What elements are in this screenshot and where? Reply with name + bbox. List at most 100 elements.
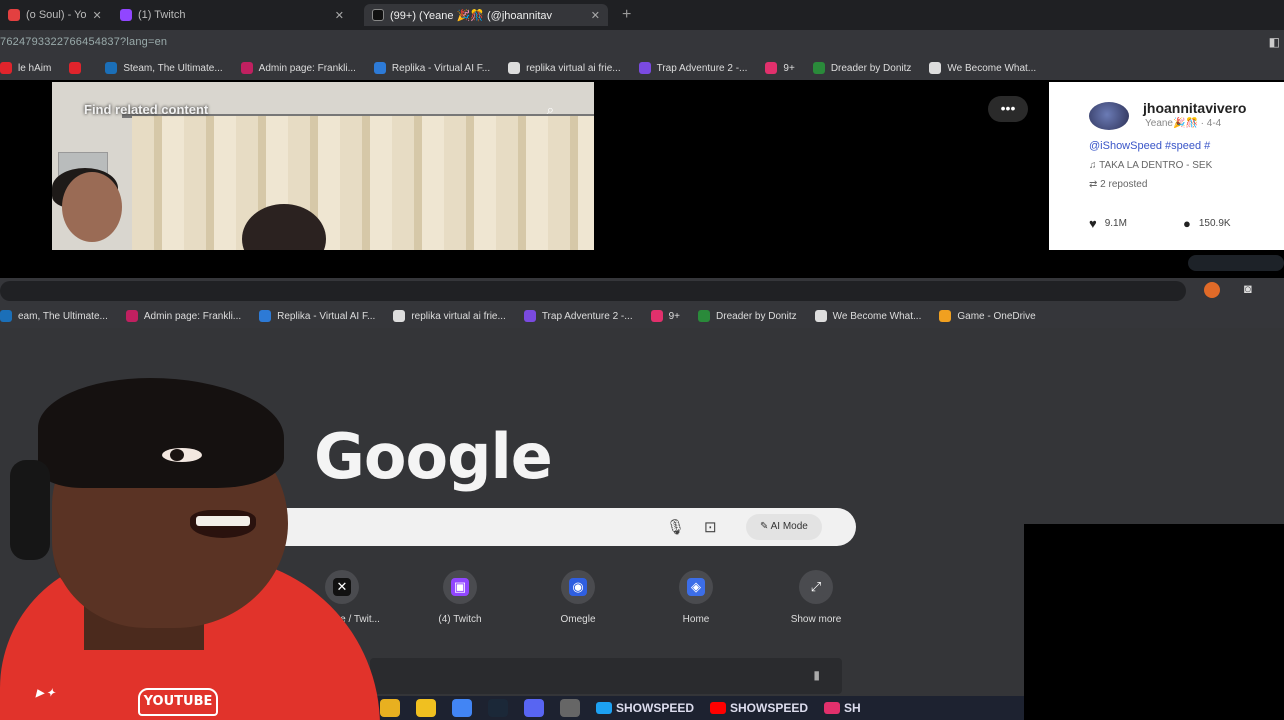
bookmark-item[interactable]: Admin page: Frankli... (240, 62, 356, 74)
bookmark-favicon-icon (393, 310, 406, 322)
bookmark-item[interactable]: eam, The Ultimate... (0, 310, 108, 322)
bookmark-item[interactable]: 9+ (650, 310, 681, 322)
bookmark-item[interactable]: Game - OneDrive (939, 310, 1036, 322)
social-handle-text: SHOWSPEED (616, 701, 695, 715)
bookmark-label: Trap Adventure 2 -... (541, 310, 633, 322)
address-bar-2: ◙ (0, 278, 1284, 304)
shortcut-icon: ▣ (443, 570, 477, 604)
video-info-panel: jhoannitavivero Yeane🎉🎊 · 4-4 @iShowSpee… (1049, 82, 1284, 250)
search-icon[interactable]: ⌕ (547, 102, 554, 118)
hashtags-link[interactable]: @iShowSpeed #speed # (1089, 140, 1210, 152)
taskbar-app-icon[interactable] (416, 699, 436, 717)
bookmark-favicon-icon (105, 62, 118, 74)
bookmark-item[interactable] (69, 62, 87, 74)
repost-icon: ⇄ (1089, 179, 1101, 190)
bookmark-favicon-icon (812, 62, 825, 74)
bookmark-item[interactable]: Steam, The Ultimate... (105, 62, 223, 74)
bookmark-favicon-icon (69, 62, 82, 74)
shortcut-tile[interactable]: ◈ Home (648, 570, 744, 625)
music-label[interactable]: ♫ TAKA LA DENTRO - SEK (1089, 160, 1212, 171)
shortcut-icon: ◉ (561, 570, 595, 604)
bookmark-favicon-icon (638, 62, 651, 74)
hair (38, 378, 284, 488)
streamer-webcam-overlay: ▶ ✦ YOUTUBE (0, 370, 380, 720)
bookmark-item[interactable]: le hAim (0, 62, 51, 74)
bookmark-label: replika virtual ai frie... (526, 62, 621, 74)
shortcut-label: Home (682, 614, 710, 625)
bookmarks-bar-top: le hAim Steam, The Ultimate... Admin page:… (0, 56, 1284, 80)
avatar[interactable] (1089, 102, 1129, 130)
bookmark-item[interactable]: Replika - Virtual AI F... (373, 62, 490, 74)
username[interactable]: jhoannitavivero (1143, 100, 1246, 116)
bookmark-label: eam, The Ultimate... (18, 310, 108, 322)
social-handle: SHOWSPEED (710, 701, 808, 715)
shirt-mark: ▶ ✦ (36, 688, 55, 699)
shortcut-tile[interactable]: ⤢ Show more (768, 570, 864, 625)
like-count: 9.1M (1104, 218, 1127, 229)
shirt-logo: YOUTUBE (138, 688, 218, 716)
omnibox[interactable] (0, 281, 1186, 301)
tab-0[interactable]: (o Soul) - Yo ✕ (0, 4, 104, 26)
social-handle: SHOWSPEED (596, 701, 694, 715)
bookmark-item[interactable]: Replika - Virtual AI F... (259, 310, 375, 322)
close-icon[interactable]: ✕ (335, 9, 344, 22)
taskbar: SHOWSPEED SHOWSPEED SH (370, 696, 1024, 720)
bookmark-favicon-icon (259, 310, 272, 322)
mini-search-pill[interactable] (1188, 255, 1284, 271)
lens-icon[interactable]: ⊡ (704, 518, 717, 536)
bookmark-item[interactable]: Trap Adventure 2 -... (523, 310, 633, 322)
bookmark-favicon-icon (939, 310, 952, 322)
bookmark-item[interactable]: 9+ (765, 62, 795, 74)
video-player[interactable]: Find related content ⌕ (52, 82, 594, 250)
new-tab-button[interactable]: + (622, 6, 631, 24)
customize-bar[interactable]: ▮ (370, 658, 842, 694)
social-handle-text: SHOWSPEED (730, 701, 809, 715)
customize-icon[interactable]: ▮ (813, 668, 820, 682)
taskbar-app-icon[interactable] (488, 699, 508, 717)
like-button[interactable]: ♥ 9.1M (1089, 216, 1127, 231)
bookmark-item[interactable]: Admin page: Frankli... (125, 310, 241, 322)
taskbar-app-icon[interactable] (560, 699, 580, 717)
divider-strip (0, 250, 1284, 278)
repost-count: ⇄ 2 reposted (1089, 179, 1147, 190)
address-bar[interactable]: 7624793322766454837?lang=en ◧ (0, 30, 1284, 56)
tab-label: (1) Twitch (138, 9, 186, 21)
ai-mode-icon: ✎ (760, 521, 771, 532)
find-related-content-input[interactable]: Find related content (84, 102, 208, 117)
more-options-button[interactable]: ••• (988, 96, 1028, 122)
shortcut-tile[interactable]: ▣ (4) Twitch (412, 570, 508, 625)
teeth (196, 516, 250, 526)
camera-icon[interactable]: ◙ (1244, 281, 1252, 296)
bookmark-label: 9+ (668, 310, 681, 322)
shortcut-tile[interactable]: ◉ Omegle (530, 570, 626, 625)
microphone-icon[interactable]: 🎙 (666, 518, 685, 536)
shortcut-icon: ⤢ (799, 570, 833, 604)
bookmark-item[interactable]: Dreader by Donitz (812, 62, 911, 74)
bookmark-item[interactable]: We Become What... (929, 62, 1036, 74)
tab-label: (99+) (Yeane 🎉🎊 (@jhoannitav (390, 9, 552, 22)
url-text[interactable]: 7624793322766454837?lang=en (0, 36, 167, 48)
comment-button[interactable]: ● 150.9K (1183, 216, 1231, 231)
bookmark-favicon-icon (125, 310, 138, 322)
ai-mode-button[interactable]: ✎ AI Mode (746, 514, 822, 540)
extension-icon[interactable] (1204, 282, 1220, 298)
side-panel-icon[interactable]: ◧ (1269, 35, 1280, 49)
shortcut-icon: ◈ (679, 570, 713, 604)
taskbar-app-icon[interactable] (380, 699, 400, 717)
instagram-icon (824, 702, 841, 714)
twitter-icon (596, 702, 612, 714)
close-icon[interactable]: ✕ (591, 9, 600, 22)
tab-favicon (8, 9, 20, 21)
bookmark-item[interactable]: replika virtual ai frie... (393, 310, 506, 322)
bookmark-item[interactable]: replika virtual ai frie... (508, 62, 621, 74)
taskbar-app-icon[interactable] (452, 699, 472, 717)
tab-2-active[interactable]: (99+) (Yeane 🎉🎊 (@jhoannitav ✕ (364, 4, 608, 26)
bookmark-item[interactable]: We Become What... (814, 310, 921, 322)
bookmark-item[interactable]: Dreader by Donitz (698, 310, 797, 322)
pupil (170, 449, 184, 461)
shortcut-glyph-icon: ◉ (569, 578, 587, 596)
tab-1[interactable]: (1) Twitch ✕ (112, 4, 352, 26)
close-icon[interactable]: ✕ (93, 9, 102, 22)
bookmark-item[interactable]: Trap Adventure 2 -... (638, 62, 747, 74)
taskbar-app-icon[interactable] (524, 699, 544, 717)
